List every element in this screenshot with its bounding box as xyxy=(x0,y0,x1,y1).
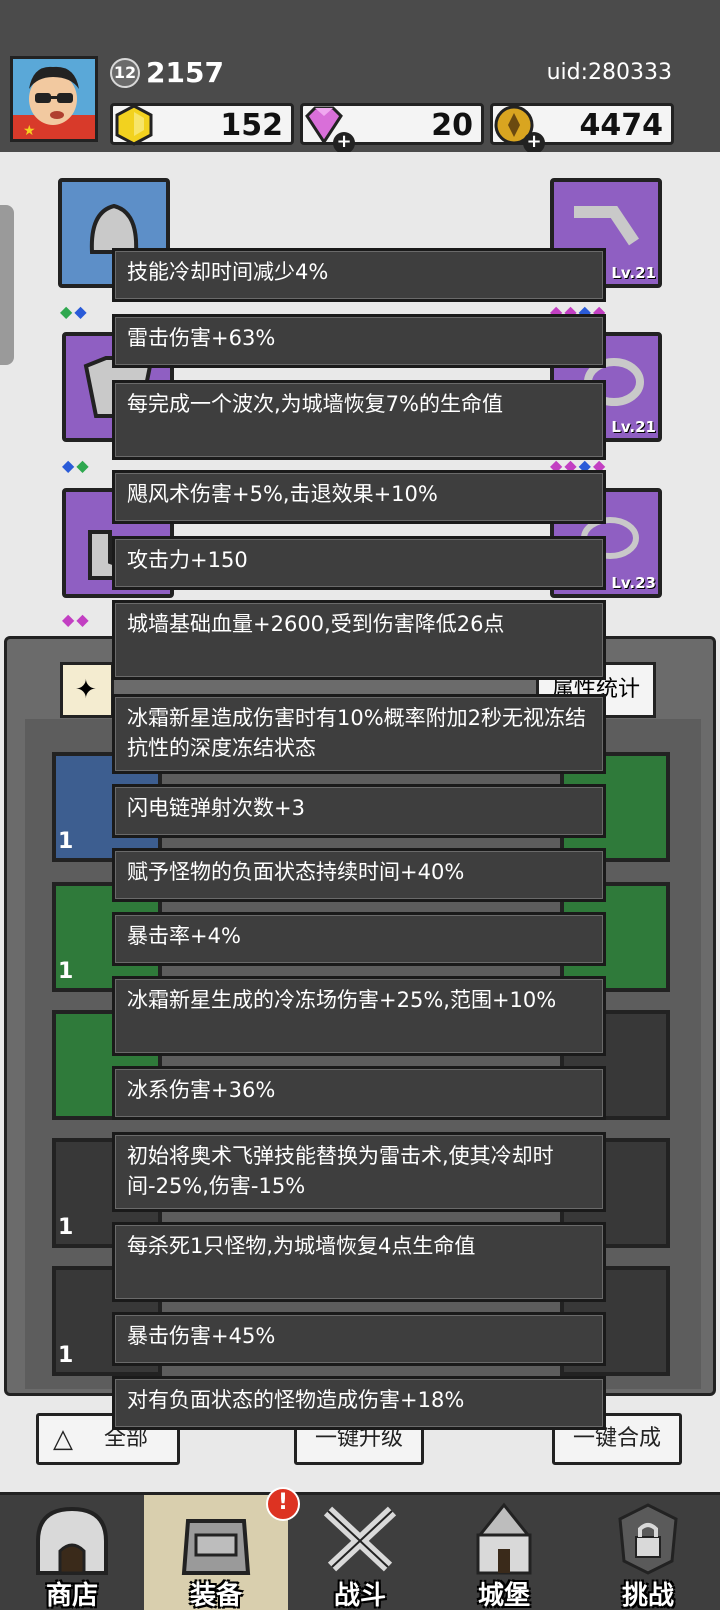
app-root: ★ 12 2157 uid:280333 152 + 20 + 4474 Lv.… xyxy=(0,0,720,1610)
top-bar: ★ 12 2157 uid:280333 152 + 20 + 4474 xyxy=(0,0,720,154)
player-score: 2157 xyxy=(146,56,224,89)
diamond-value: 20 xyxy=(431,108,473,143)
gem-row-left-2: ◆◆ xyxy=(62,456,91,475)
affix-tooltip: 冰系伤害+36% xyxy=(112,1066,606,1120)
swords-icon xyxy=(323,1506,397,1572)
affix-tooltip: 每杀死1只怪物,为城墙恢复4点生命值 xyxy=(112,1222,606,1302)
nav-challenge-label: 挑战 xyxy=(621,1581,674,1610)
nav-castle[interactable]: 城堡 xyxy=(432,1495,576,1610)
lock-icon xyxy=(618,1503,678,1575)
affix-tooltip: 暴击率+4% xyxy=(112,912,606,966)
equip-level: Lv.21 xyxy=(611,264,656,282)
affix-tooltip: 冰霜新星生成的冷冻场伤害+25%,范围+10% xyxy=(112,976,606,1056)
nav-equipment[interactable]: ! 装备 xyxy=(144,1487,300,1610)
sparkle-icon: ✦ xyxy=(75,675,97,705)
item-count: 1 xyxy=(58,1215,74,1240)
coin-value: 4474 xyxy=(579,108,664,143)
gem-row-left-1: ◆◆ xyxy=(60,302,89,321)
nav-battle[interactable]: 战斗 xyxy=(288,1495,432,1610)
backpack-icon xyxy=(181,1519,251,1575)
nav-equipment-label: 装备 xyxy=(189,1581,242,1610)
affix-tooltip: 攻击力+150 xyxy=(112,536,606,590)
affix-tooltip: 每完成一个波次,为城墙恢复7%的生命值 xyxy=(112,380,606,460)
nav-shop-label: 商店 xyxy=(45,1581,98,1610)
add-coin-icon[interactable]: + xyxy=(523,132,545,154)
gold-gem-counter[interactable]: 152 xyxy=(110,103,294,146)
nav-challenge[interactable]: 挑战 xyxy=(576,1495,720,1610)
nav-battle-label: 战斗 xyxy=(333,1581,386,1610)
sparkle-filter-button[interactable]: ✦ xyxy=(60,662,114,718)
svg-text:★: ★ xyxy=(23,123,36,139)
avatar[interactable]: ★ xyxy=(10,56,98,142)
affix-tooltip: 冰霜新星造成伤害时有10%概率附加2秒无视冻结抗性的深度冻结状态 xyxy=(112,694,606,774)
nav-shop[interactable]: 商店 xyxy=(0,1495,144,1610)
diamond-counter[interactable]: + 20 xyxy=(300,103,484,154)
add-diamond-icon[interactable]: + xyxy=(333,132,355,154)
affix-tooltip: 对有负面状态的怪物造成伤害+18% xyxy=(112,1376,606,1430)
bottom-nav: 商店 ! 装备 战斗 城堡 挑战 xyxy=(0,1487,720,1610)
player-level-badge: 12 xyxy=(110,58,140,88)
shop-icon xyxy=(36,1506,108,1575)
nav-castle-label: 城堡 xyxy=(477,1581,530,1610)
gold-gem-icon xyxy=(115,104,153,146)
equip-level: Lv.21 xyxy=(611,418,656,436)
gold-gem-value: 152 xyxy=(220,108,283,143)
item-count: 1 xyxy=(58,1343,74,1368)
affix-tooltip: 飓风术伤害+5%,击退效果+10% xyxy=(112,470,606,524)
up-arrow-icon: △ xyxy=(53,1424,73,1454)
avatar-portrait-icon: ★ xyxy=(13,59,95,139)
item-count: 1 xyxy=(58,959,74,984)
affix-tooltip: 城墙基础血量+2600,受到伤害降低26点 xyxy=(112,600,606,680)
side-scroll-tab[interactable] xyxy=(0,205,14,365)
coin-counter[interactable]: + 4474 xyxy=(490,103,674,154)
item-count: 1 xyxy=(58,829,74,854)
affix-tooltip: 赋予怪物的负面状态持续时间+40% xyxy=(112,848,606,902)
affix-tooltip: 暴击伤害+45% xyxy=(112,1312,606,1366)
affix-tooltip: 技能冷却时间减少4% xyxy=(112,248,606,302)
affix-tooltip: 初始将奥术飞弹技能替换为雷击术,使其冷却时间-25%,伤害-15% xyxy=(112,1132,606,1212)
gem-row-left-3: ◆◆ xyxy=(62,610,91,629)
castle-icon xyxy=(476,1502,532,1575)
affix-tooltip: 雷击伤害+63% xyxy=(112,314,606,368)
player-uid: uid:280333 xyxy=(546,60,672,85)
equip-level: Lv.23 xyxy=(611,574,656,592)
affix-tooltip: 闪电链弹射次数+3 xyxy=(112,784,606,838)
